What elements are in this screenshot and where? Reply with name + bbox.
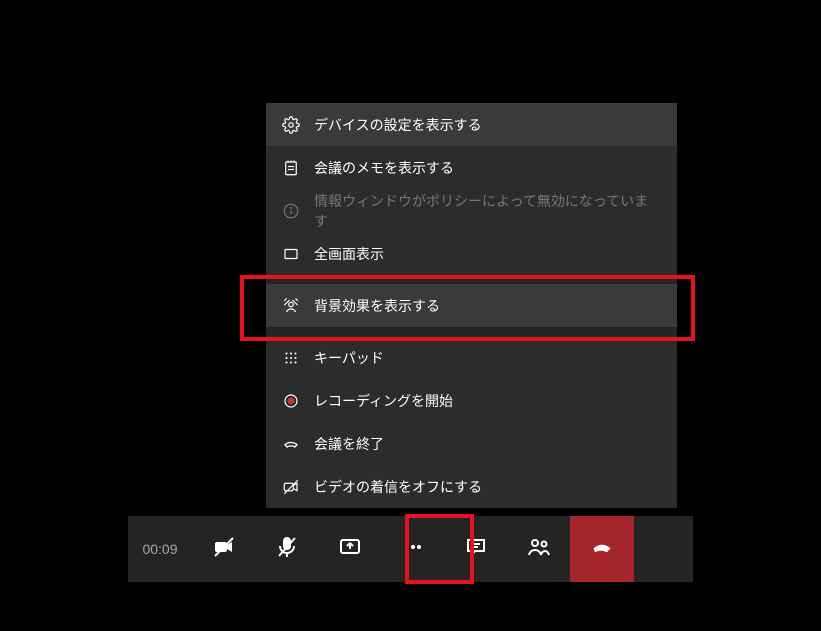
share-screen-button[interactable] xyxy=(318,516,381,582)
mic-toggle-button[interactable] xyxy=(255,516,318,582)
menu-end-meeting[interactable]: 会議を終了 xyxy=(266,422,677,465)
record-icon xyxy=(282,392,300,410)
menu-item-label: 会議のメモを表示する xyxy=(314,158,454,178)
menu-separator xyxy=(266,327,677,336)
menu-start-recording[interactable]: レコーディングを開始 xyxy=(266,379,677,422)
gear-icon xyxy=(282,116,300,134)
chat-button[interactable] xyxy=(444,516,507,582)
share-icon xyxy=(338,535,362,564)
camera-toggle-button[interactable] xyxy=(192,516,255,582)
participants-button[interactable] xyxy=(507,516,570,582)
menu-item-label: レコーディングを開始 xyxy=(314,391,453,411)
menu-keypad[interactable]: キーパッド xyxy=(266,336,677,379)
chat-icon xyxy=(464,535,488,564)
call-timer: 00:09 xyxy=(128,541,192,557)
menu-item-label: 会議を終了 xyxy=(314,434,384,454)
more-actions-button[interactable] xyxy=(381,516,444,582)
menu-item-label: 情報ウィンドウがポリシーによって無効になっています xyxy=(314,191,661,231)
keypad-icon xyxy=(282,349,300,367)
notes-icon xyxy=(282,159,300,177)
menu-fullscreen[interactable]: 全画面表示 xyxy=(266,232,677,275)
hangup-icon xyxy=(590,535,614,564)
fullscreen-icon xyxy=(282,245,300,263)
call-toolbar: 00:09 xyxy=(128,516,693,582)
mic-off-icon xyxy=(275,535,299,564)
menu-item-label: 背景効果を表示する xyxy=(314,296,440,316)
hangup-button[interactable] xyxy=(570,516,634,582)
end-meeting-icon xyxy=(282,435,300,453)
menu-item-label: 全画面表示 xyxy=(314,244,384,264)
more-icon xyxy=(401,535,425,564)
menu-meeting-notes[interactable]: 会議のメモを表示する xyxy=(266,146,677,189)
menu-separator xyxy=(266,275,677,284)
video-off-icon xyxy=(282,478,300,496)
menu-info-disabled: 情報ウィンドウがポリシーによって無効になっています xyxy=(266,189,677,232)
menu-item-label: デバイスの設定を表示する xyxy=(314,115,482,135)
menu-background-effects[interactable]: 背景効果を表示する xyxy=(266,284,677,327)
menu-item-label: ビデオの着信をオフにする xyxy=(314,477,482,497)
menu-video-incoming-off[interactable]: ビデオの着信をオフにする xyxy=(266,465,677,508)
menu-device-settings[interactable]: デバイスの設定を表示する xyxy=(266,103,677,146)
background-effects-icon xyxy=(282,297,300,315)
info-icon xyxy=(282,202,300,220)
more-actions-menu: デバイスの設定を表示する 会議のメモを表示する 情報ウィンドウがポリシーによって… xyxy=(266,103,677,508)
menu-item-label: キーパッド xyxy=(314,348,384,368)
people-icon xyxy=(527,535,551,564)
camera-off-icon xyxy=(212,535,236,564)
